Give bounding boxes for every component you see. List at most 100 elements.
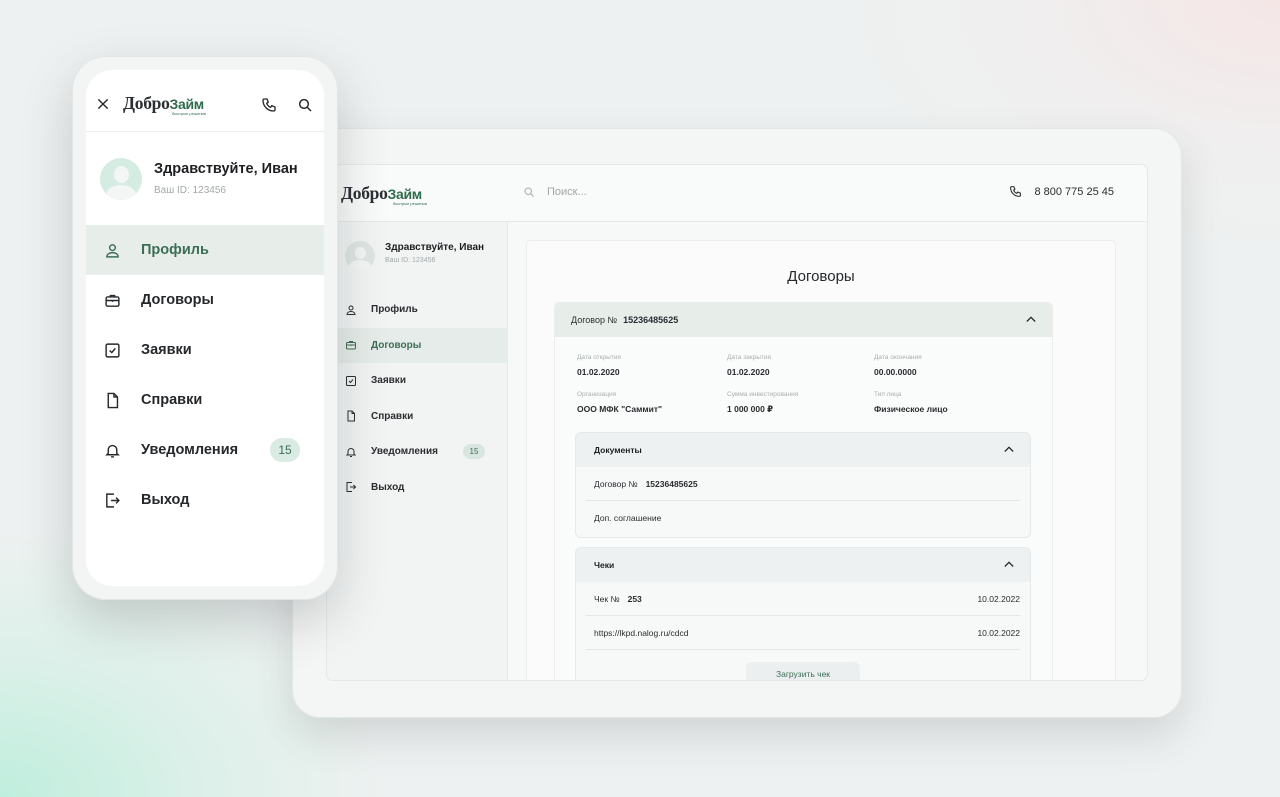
header-phone[interactable]: 8 800 775 25 45 — [1009, 185, 1114, 198]
menu-item-notifications[interactable]: Уведомления 15 — [86, 425, 324, 475]
phone-screen: ДоброЗайм быстрые решения Здравствуйте, … — [86, 70, 324, 586]
checkbox-icon — [104, 342, 121, 359]
logout-icon — [104, 492, 121, 509]
document-icon — [104, 392, 121, 409]
document-icon — [345, 410, 357, 422]
user-icon — [345, 304, 357, 316]
bell-icon — [104, 442, 121, 459]
receipt-link: https://lkpd.nalog.ru/cdcd — [594, 627, 689, 638]
logo-tagline: быстрые решения — [393, 201, 427, 206]
logo[interactable]: ДоброЗайм быстрые решения — [123, 93, 206, 116]
menu-item-label: Заявки — [141, 342, 192, 358]
receipts-header[interactable]: Чеки — [576, 548, 1030, 582]
menu-item-applications[interactable]: Заявки — [86, 325, 324, 375]
contract-header[interactable]: Договор № 15236485625 — [555, 303, 1052, 337]
chevron-up-icon[interactable] — [1004, 560, 1014, 568]
close-icon[interactable] — [96, 97, 110, 111]
search-icon[interactable] — [297, 97, 313, 113]
briefcase-icon — [104, 292, 121, 309]
contract-card: Договор № 15236485625 Дата открытия 01.0… — [555, 303, 1052, 680]
documents-title: Документы — [594, 445, 642, 455]
sidebar-item-label: Заявки — [371, 375, 406, 387]
user-greeting: Здравствуйте, Иван — [385, 242, 485, 253]
phone-frame: ДоброЗайм быстрые решения Здравствуйте, … — [72, 56, 338, 600]
menu-item-profile[interactable]: Профиль — [86, 225, 324, 275]
chevron-up-icon[interactable] — [1026, 315, 1036, 323]
receipt-date: 10.02.2022 — [977, 627, 1020, 638]
user-icon — [104, 242, 121, 259]
notification-badge: 15 — [270, 438, 300, 462]
field-label: Дата окончания — [874, 354, 922, 361]
checkbox-icon — [345, 375, 357, 387]
menu-item-label: Уведомления — [141, 442, 239, 458]
field-value: 00.00.0000 — [874, 367, 917, 377]
receipts-section: Чеки Чек № 253 10.02.2022 https://lkpd.n… — [576, 548, 1030, 680]
field-organization: Организация ООО МФК "Саммит" — [577, 391, 717, 414]
field-value: 01.02.2020 — [577, 367, 620, 377]
sidebar-item-logout[interactable]: Выход — [327, 470, 508, 506]
logo-first: Добро — [123, 93, 170, 113]
document-label: Договор № — [594, 478, 638, 489]
page-title: Договоры — [787, 268, 855, 285]
sidebar-item-applications[interactable]: Заявки — [327, 363, 508, 399]
sidebar-item-contracts[interactable]: Договоры — [327, 327, 508, 363]
menu-item-label: Договоры — [141, 292, 214, 308]
sidebar-item-label: Договоры — [371, 339, 422, 351]
contract-label: Договор № — [571, 315, 618, 325]
field-value: ООО МФК "Саммит" — [577, 404, 663, 414]
user-card: Здравствуйте, Иван Ваш ID: 123456 — [345, 241, 484, 271]
chevron-up-icon[interactable] — [1004, 445, 1014, 453]
field-value: 1 000 000 ₽ — [727, 404, 774, 414]
search-bar[interactable]: Поиск... — [523, 186, 587, 198]
sidebar-item-notifications[interactable]: Уведомления 15 — [327, 434, 508, 470]
logo-second: Займ — [387, 186, 423, 202]
field-close-date: Дата закрытия 01.02.2020 — [727, 354, 867, 377]
field-person-type: Тип лица Физическое лицо — [874, 391, 1014, 414]
user-greeting: Здравствуйте, Иван — [154, 161, 298, 177]
phone-nav: Профиль Договоры Заявки Справки Уведомле… — [86, 225, 324, 525]
sidebar-item-label: Профиль — [371, 304, 418, 316]
bell-icon — [345, 446, 357, 458]
phone-icon[interactable] — [261, 97, 277, 113]
menu-item-certificates[interactable]: Справки — [86, 375, 324, 425]
logo-second: Займ — [169, 96, 205, 112]
menu-item-contracts[interactable]: Договоры — [86, 275, 324, 325]
document-row[interactable]: Договор № 15236485625 — [586, 467, 1020, 501]
briefcase-icon — [345, 339, 357, 351]
user-id: Ваш ID: 123456 — [154, 185, 226, 196]
user-card: Здравствуйте, Иван Ваш ID: 123456 — [100, 158, 298, 200]
logo-tagline: быстрые решения — [172, 111, 206, 116]
logout-icon — [345, 481, 357, 493]
field-label: Дата закрытия — [727, 354, 772, 361]
receipt-row[interactable]: Чек № 253 10.02.2022 — [586, 582, 1020, 616]
field-end-date: Дата окончания 00.00.0000 — [874, 354, 1014, 377]
receipt-number: 253 — [627, 593, 642, 604]
field-open-date: Дата открытия 01.02.2020 — [577, 354, 717, 377]
menu-item-logout[interactable]: Выход — [86, 475, 324, 525]
sidebar-item-certificates[interactable]: Справки — [327, 399, 508, 435]
receipts-title: Чеки — [594, 560, 615, 570]
documents-header[interactable]: Документы — [576, 433, 1030, 467]
tablet-screen: ДоброЗайм быстрые решения Поиск... 8 800… — [327, 165, 1147, 680]
notification-badge: 15 — [463, 444, 485, 459]
document-label: Доп. соглашение — [594, 513, 662, 523]
receipt-row[interactable]: https://lkpd.nalog.ru/cdcd 10.02.2022 — [586, 616, 1020, 650]
avatar — [100, 158, 142, 200]
document-row[interactable]: Доп. соглашение — [586, 501, 1020, 535]
menu-item-label: Справки — [141, 392, 203, 408]
header: ДоброЗайм быстрые решения Поиск... 8 800… — [327, 165, 1147, 222]
upload-receipt-button[interactable]: Загрузить чек — [746, 662, 860, 680]
search-input[interactable]: Поиск... — [547, 186, 587, 198]
phone-icon — [1009, 185, 1022, 198]
documents-section: Документы Договор № 15236485625 Доп. сог… — [576, 433, 1030, 537]
field-value: Физическое лицо — [874, 404, 948, 414]
user-id: Ваш ID: 123456 — [385, 257, 436, 264]
tablet-frame: ДоброЗайм быстрые решения Поиск... 8 800… — [292, 128, 1182, 718]
logo-first: Добро — [341, 183, 388, 203]
field-label: Организация — [577, 391, 617, 398]
sidebar-item-profile[interactable]: Профиль — [327, 292, 508, 328]
avatar — [345, 241, 375, 271]
sidebar-nav: Профиль Договоры Заявки Справки Уведомле… — [327, 292, 508, 505]
contract-number: 15236485625 — [623, 315, 679, 325]
logo[interactable]: ДоброЗайм быстрые решения — [341, 183, 427, 206]
